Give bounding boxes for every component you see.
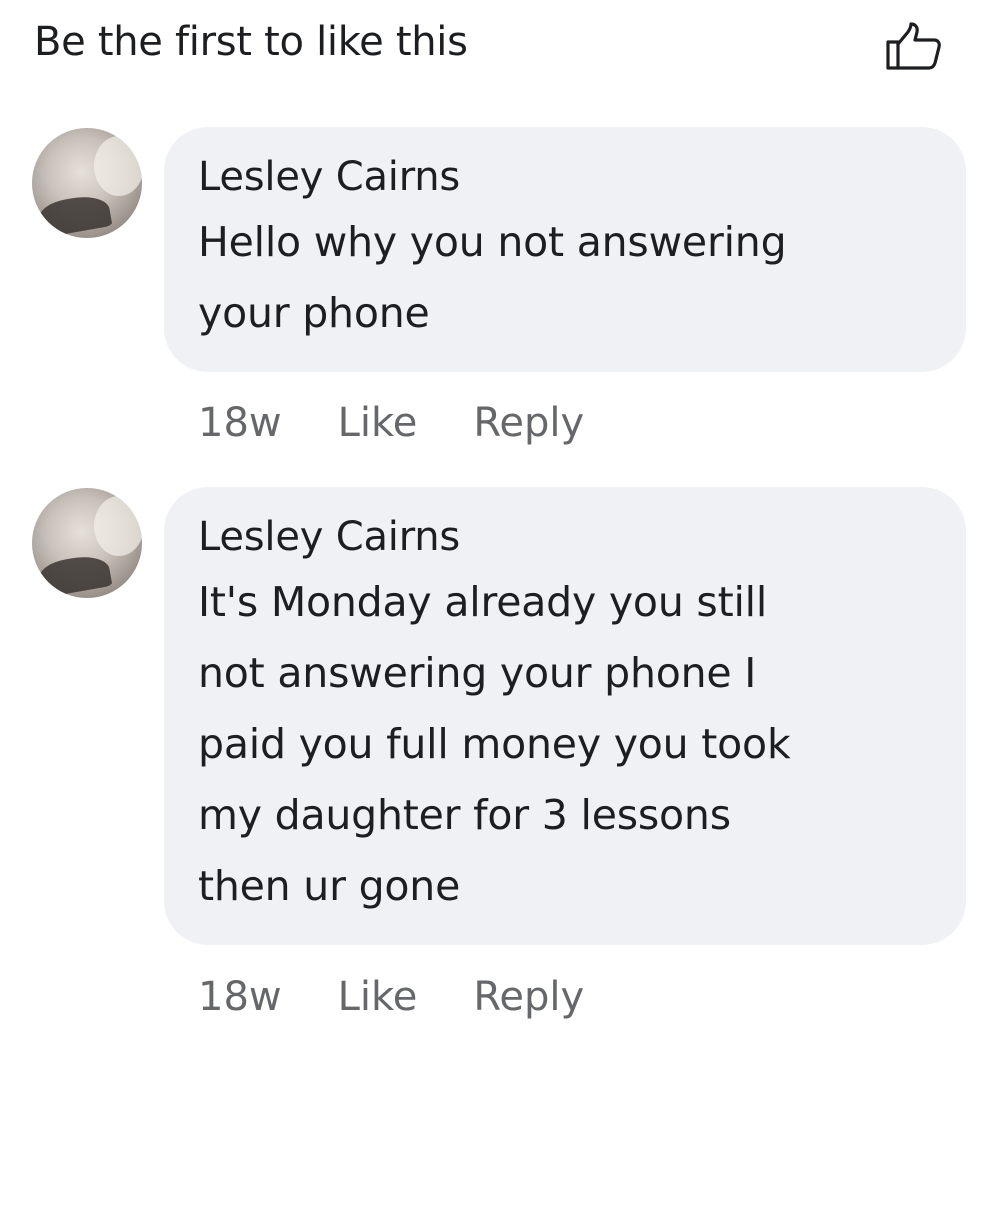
- comment-actions: 18w Like Reply: [198, 393, 584, 453]
- likes-bar: Be the first to like this: [0, 0, 1000, 90]
- likes-summary: Be the first to like this: [34, 19, 468, 65]
- comment-author[interactable]: Lesley Cairns: [198, 147, 936, 207]
- comment-author[interactable]: Lesley Cairns: [198, 507, 936, 567]
- comment-bubble: Lesley Cairns It's Monday already you st…: [164, 487, 966, 945]
- reply-button[interactable]: Reply: [473, 967, 584, 1027]
- thumbs-up-icon[interactable]: [884, 22, 944, 72]
- comment-text: Hello why you not answering your phone: [198, 218, 787, 337]
- comment-bubble: Lesley Cairns Hello why you not answerin…: [164, 127, 966, 372]
- like-button[interactable]: Like: [338, 967, 418, 1027]
- avatar[interactable]: [32, 128, 142, 238]
- like-button[interactable]: Like: [338, 393, 418, 453]
- comment-actions: 18w Like Reply: [198, 967, 584, 1027]
- comment-timestamp[interactable]: 18w: [198, 393, 282, 453]
- reply-button[interactable]: Reply: [473, 393, 584, 453]
- comment-text: It's Monday already you still not answer…: [198, 578, 791, 910]
- avatar[interactable]: [32, 488, 142, 598]
- comment-timestamp[interactable]: 18w: [198, 967, 282, 1027]
